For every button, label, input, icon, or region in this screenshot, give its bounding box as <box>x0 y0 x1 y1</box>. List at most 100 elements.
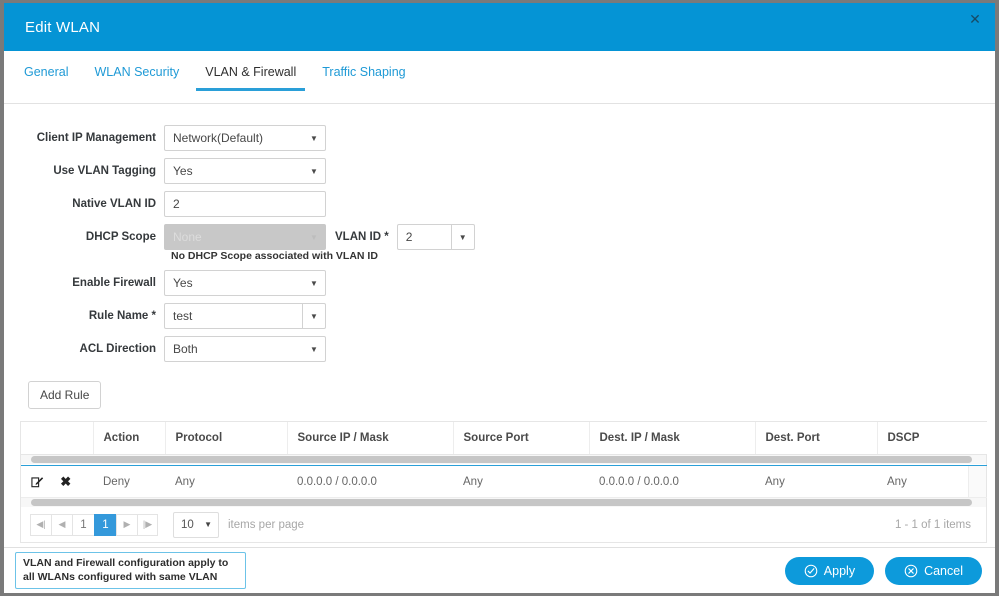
row-use-vlan-tagging: Use VLAN Tagging Yes ▼ <box>4 159 995 183</box>
label-client-ip-management: Client IP Management <box>4 132 164 144</box>
page-number-current[interactable]: 1 <box>94 514 116 536</box>
vlan-id-required-mark: * <box>384 231 388 243</box>
col-dscp: DSCP <box>877 422 987 455</box>
rule-name-value: test <box>165 309 302 323</box>
tab-vlan-firewall[interactable]: VLAN & Firewall <box>196 62 305 91</box>
col-protocol: Protocol <box>165 422 287 455</box>
native-vlan-id-value: 2 <box>165 197 325 211</box>
grid-horizontal-scrollbar-bottom[interactable] <box>21 498 986 507</box>
cell-source-port: Any <box>453 466 589 498</box>
table-row[interactable]: ✖ Deny Any 0.0.0.0 / 0.0.0.0 Any 0.0.0.0… <box>21 466 987 498</box>
chevron-down-icon: ▼ <box>303 233 325 242</box>
chevron-down-icon[interactable]: ▼ <box>451 225 474 249</box>
use-vlan-tagging-select[interactable]: Yes ▼ <box>164 158 326 184</box>
label-acl-direction: ACL Direction <box>4 343 164 355</box>
pagination-bar: ◀| ◀ 1 1 ▶ |▶ 10 ▼ items per page 1 - 1 … <box>20 507 987 543</box>
tab-wlan-security[interactable]: WLAN Security <box>85 62 188 91</box>
cancel-button-label: Cancel <box>924 564 963 578</box>
label-use-vlan-tagging: Use VLAN Tagging <box>4 165 164 177</box>
enable-firewall-value: Yes <box>165 276 303 290</box>
use-vlan-tagging-value: Yes <box>165 164 303 178</box>
apply-button[interactable]: Apply <box>785 557 874 585</box>
label-rule-name: Rule Name * <box>4 310 164 322</box>
enable-firewall-select[interactable]: Yes ▼ <box>164 270 326 296</box>
col-dest-ip-mask: Dest. IP / Mask <box>589 422 755 455</box>
row-acl-direction: ACL Direction Both ▼ <box>4 337 995 361</box>
vlan-id-select[interactable]: 2 ▼ <box>397 224 475 250</box>
col-source-port: Source Port <box>453 422 589 455</box>
delete-icon[interactable]: ✖ <box>60 475 71 488</box>
tab-general[interactable]: General <box>15 62 77 91</box>
check-circle-icon <box>804 564 818 578</box>
rules-grid-inner: Action Protocol Source IP / Mask Source … <box>21 422 986 507</box>
item-count-label: 1 - 1 of 1 items <box>895 519 977 531</box>
cell-source-ip-mask: 0.0.0.0 / 0.0.0.0 <box>287 466 453 498</box>
row-actions-cell: ✖ <box>21 466 93 498</box>
row-native-vlan-id: Native VLAN ID 2 <box>4 192 995 216</box>
label-vlan-id: VLAN ID * <box>326 231 397 243</box>
form-body: Client IP Management Network(Default) ▼ … <box>4 104 995 547</box>
tab-bar: General WLAN Security VLAN & Firewall Tr… <box>4 51 995 104</box>
page-size-value: 10 <box>174 519 204 531</box>
tab-traffic-shaping[interactable]: Traffic Shaping <box>313 62 414 91</box>
dhcp-scope-hint: No DHCP Scope associated with VLAN ID <box>171 250 995 262</box>
col-source-ip-mask: Source IP / Mask <box>287 422 453 455</box>
rule-name-combo[interactable]: test ▼ <box>164 303 326 329</box>
row-enable-firewall: Enable Firewall Yes ▼ <box>4 271 995 295</box>
chevron-down-icon: ▼ <box>204 520 218 529</box>
label-native-vlan-id: Native VLAN ID <box>4 198 164 210</box>
prev-page-icon[interactable]: ◀ <box>51 514 72 536</box>
vlan-id-value: 2 <box>398 230 451 244</box>
scrollbar-thumb[interactable] <box>31 456 972 463</box>
acl-direction-value: Both <box>165 342 303 356</box>
scrollbar-thumb[interactable] <box>31 499 972 506</box>
table-header-row: Action Protocol Source IP / Mask Source … <box>21 422 987 455</box>
add-rule-container: Add Rule <box>4 370 995 409</box>
chevron-down-icon: ▼ <box>303 279 325 288</box>
label-vlan-id-text: VLAN ID <box>335 231 381 243</box>
chevron-down-icon: ▼ <box>303 134 325 143</box>
col-dest-port: Dest. Port <box>755 422 877 455</box>
cell-dscp: Any <box>877 466 987 498</box>
footer-buttons: Apply Cancel <box>785 557 982 585</box>
close-icon[interactable]: ✕ <box>966 10 984 28</box>
col-action: Action <box>93 422 165 455</box>
cancel-button[interactable]: Cancel <box>885 557 982 585</box>
row-rule-name: Rule Name * test ▼ <box>4 304 995 328</box>
rule-name-required-mark: * <box>152 310 156 322</box>
grid-horizontal-scrollbar-top[interactable] <box>21 455 986 465</box>
row-dhcp-scope: DHCP Scope None ▼ VLAN ID * 2 ▼ <box>4 225 995 249</box>
client-ip-management-select[interactable]: Network(Default) ▼ <box>164 125 326 151</box>
rules-table: Action Protocol Source IP / Mask Source … <box>21 422 987 455</box>
add-rule-button[interactable]: Add Rule <box>28 381 101 409</box>
close-circle-icon <box>904 564 918 578</box>
chevron-down-icon: ▼ <box>303 167 325 176</box>
label-enable-firewall: Enable Firewall <box>4 277 164 289</box>
native-vlan-id-input[interactable]: 2 <box>164 191 326 217</box>
items-per-page-label: items per page <box>228 519 304 531</box>
page-number-1[interactable]: 1 <box>72 514 94 536</box>
first-page-icon[interactable]: ◀| <box>30 514 51 536</box>
client-ip-management-value: Network(Default) <box>165 131 303 145</box>
cell-dest-ip-mask: 0.0.0.0 / 0.0.0.0 <box>589 466 755 498</box>
chevron-down-icon[interactable]: ▼ <box>302 304 325 328</box>
next-page-icon[interactable]: ▶ <box>116 514 137 536</box>
col-actions <box>21 422 93 455</box>
dialog-title-bar: Edit WLAN ✕ <box>4 3 995 51</box>
edit-wlan-dialog: Edit WLAN ✕ General WLAN Security VLAN &… <box>0 0 999 596</box>
dhcp-scope-select: None ▼ <box>164 224 326 250</box>
label-dhcp-scope: DHCP Scope <box>4 231 164 243</box>
edit-icon[interactable] <box>31 475 44 488</box>
row-client-ip-management: Client IP Management Network(Default) ▼ <box>4 126 995 150</box>
chevron-down-icon: ▼ <box>303 345 325 354</box>
page-size-select[interactable]: 10 ▼ <box>173 512 219 538</box>
vlan-firewall-note: VLAN and Firewall configuration apply to… <box>15 552 246 590</box>
cell-action: Deny <box>93 466 165 498</box>
label-rule-name-text: Rule Name <box>89 310 148 322</box>
cell-dest-port: Any <box>755 466 877 498</box>
rules-grid: Action Protocol Source IP / Mask Source … <box>20 421 987 507</box>
cell-protocol: Any <box>165 466 287 498</box>
last-page-icon[interactable]: |▶ <box>137 514 158 536</box>
acl-direction-select[interactable]: Both ▼ <box>164 336 326 362</box>
apply-button-label: Apply <box>824 564 855 578</box>
